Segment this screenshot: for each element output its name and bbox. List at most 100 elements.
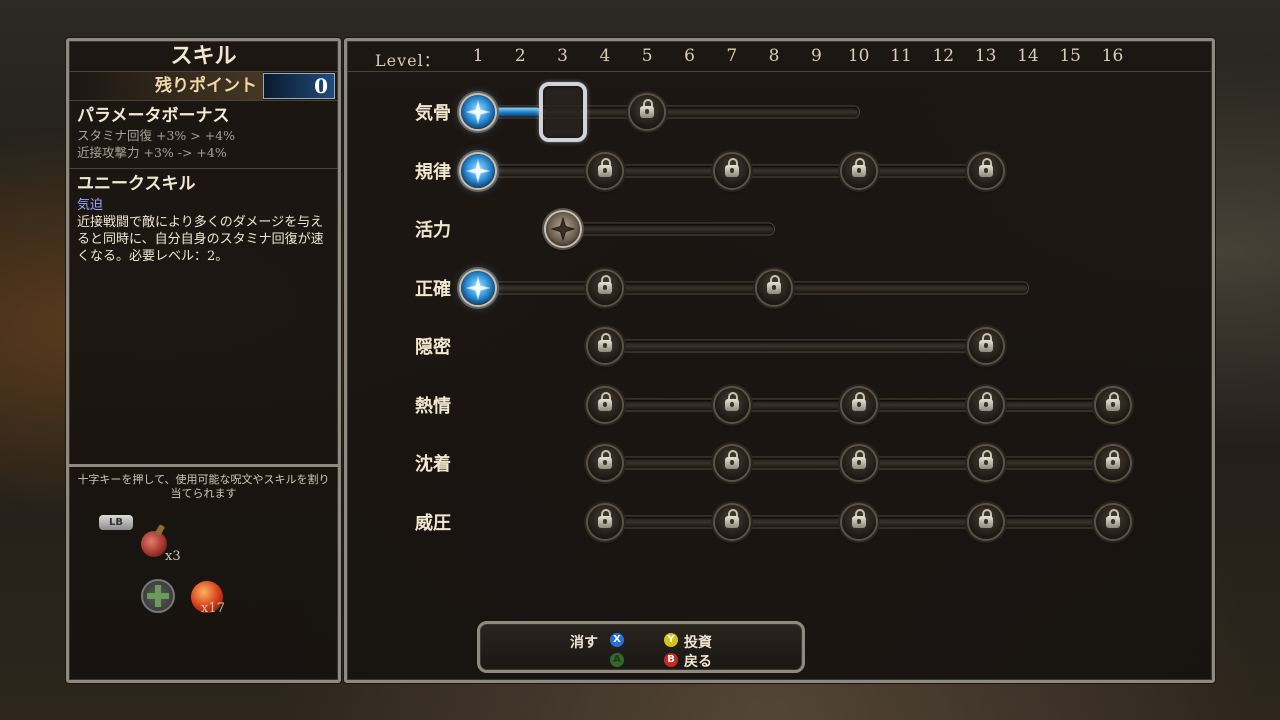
potion-count: x3	[165, 549, 181, 564]
star-icon	[550, 217, 575, 241]
locked-skill-node[interactable]	[712, 385, 752, 425]
button-prompt-bar: 消す X A Y 投資 B 戻る	[477, 621, 805, 673]
acquired-skill-node[interactable]	[458, 151, 498, 191]
locked-skill-node[interactable]	[585, 268, 625, 308]
selection-cursor[interactable]	[538, 82, 587, 142]
y-button-icon[interactable]: Y	[664, 633, 678, 647]
lock-icon	[597, 450, 612, 469]
parameter-bonus-section: パラメータボーナス スタミナ回復 +3% > +4% 近接攻撃力 +3% -> …	[69, 101, 338, 169]
lock-icon	[767, 274, 782, 294]
locked-skill-node[interactable]	[966, 326, 1006, 366]
lock-icon	[978, 391, 993, 411]
locked-skill-node[interactable]	[585, 326, 625, 366]
skill-name: 沈着	[415, 454, 451, 475]
invest-label: 投資	[684, 635, 712, 651]
lock-icon	[978, 508, 993, 528]
level-number: 5	[641, 46, 653, 66]
lock-icon	[1105, 450, 1120, 469]
level-number: 1	[472, 46, 484, 66]
level-label: Level：	[375, 51, 441, 70]
lock-icon	[851, 450, 866, 469]
lock-icon	[597, 391, 612, 411]
lock-icon	[851, 391, 866, 411]
star-icon	[466, 158, 490, 183]
level-number: 2	[514, 46, 526, 66]
remaining-points-value: 0	[263, 73, 335, 99]
health-potion-icon[interactable]	[141, 531, 167, 557]
level-number: 3	[557, 46, 569, 66]
level-number: 6	[684, 46, 695, 66]
acquired-skill-node[interactable]	[458, 268, 498, 308]
locked-skill-node[interactable]	[712, 443, 752, 483]
level-number: 11	[890, 46, 912, 66]
skill-progress-track[interactable]	[604, 340, 986, 352]
skill-name: 気骨	[415, 103, 451, 124]
locked-skill-node[interactable]	[1093, 443, 1133, 483]
lock-icon	[978, 157, 993, 177]
locked-skill-node[interactable]	[966, 502, 1006, 542]
locked-skill-node[interactable]	[585, 151, 625, 191]
skill-progress-track[interactable]	[562, 223, 775, 235]
remaining-points-row: 残りポイント 0	[69, 72, 338, 101]
locked-skill-node[interactable]	[585, 443, 625, 483]
skill-info-panel: スキル 残りポイント 0 パラメータボーナス スタミナ回復 +3% > +4% …	[66, 38, 341, 683]
locked-skill-node[interactable]	[627, 92, 667, 132]
lock-icon	[1105, 508, 1120, 528]
locked-skill-node[interactable]	[966, 385, 1006, 425]
lock-icon	[851, 157, 866, 177]
level-number: 9	[810, 46, 822, 66]
acquired-skill-node[interactable]	[458, 92, 498, 132]
locked-skill-node[interactable]	[839, 151, 879, 191]
parameter-bonus-title: パラメータボーナス	[77, 106, 230, 126]
apple-count: x17	[201, 601, 225, 616]
available-skill-node[interactable]	[543, 209, 583, 249]
locked-skill-node[interactable]	[839, 443, 879, 483]
lock-icon	[1105, 391, 1120, 411]
locked-skill-node[interactable]	[839, 385, 879, 425]
locked-skill-node[interactable]	[585, 385, 625, 425]
unique-skill-section: ユニークスキル 気迫 近接戦闘で敵により多くのダメージを与えると同時に、自分自身…	[69, 169, 338, 467]
skill-name: 威圧	[415, 512, 451, 534]
x-button-icon[interactable]: X	[610, 633, 624, 647]
lock-icon	[597, 157, 612, 177]
skill-name: 正確	[415, 278, 451, 300]
locked-skill-node[interactable]	[712, 151, 752, 191]
lock-icon	[978, 450, 993, 469]
locked-skill-node[interactable]	[1093, 502, 1133, 542]
lock-icon	[597, 274, 612, 294]
level-number: 7	[726, 46, 738, 66]
skill-name: 規律	[415, 161, 451, 183]
locked-skill-node[interactable]	[585, 502, 625, 542]
skill-name: 活力	[415, 220, 451, 241]
locked-skill-node[interactable]	[839, 502, 879, 542]
lock-icon	[724, 508, 739, 528]
star-icon	[466, 275, 490, 300]
star-icon	[466, 100, 490, 124]
a-button-icon[interactable]: A	[610, 653, 624, 667]
b-button-icon[interactable]: B	[664, 653, 678, 667]
panel-title: スキル	[69, 41, 338, 72]
level-number: 15	[1059, 46, 1082, 66]
skill-name: 隠密	[415, 337, 451, 358]
unique-skill-name: 気迫	[77, 198, 104, 213]
back-label: 戻る	[684, 654, 712, 670]
level-number: 13	[974, 46, 997, 66]
lock-icon	[851, 508, 866, 528]
lock-icon	[640, 99, 655, 118]
lock-icon	[597, 508, 612, 528]
level-header: Level： 1 2 3 4 5 6 7 8 9 10 11 12 13 14 15 16	[347, 41, 1212, 72]
bonus-line: スタミナ回復 +3% > +4%	[77, 128, 236, 143]
level-number: 8	[768, 46, 780, 66]
locked-skill-node[interactable]	[712, 502, 752, 542]
level-number: 12	[932, 46, 955, 66]
locked-skill-node[interactable]	[966, 443, 1006, 483]
level-number: 14	[1017, 46, 1039, 66]
skill-tree-panel: Level： 1 2 3 4 5 6 7 8 9 10 11 12 13 14 15 16 気骨 規律 活力 正確隠…	[344, 38, 1215, 683]
locked-skill-node[interactable]	[1093, 385, 1133, 425]
remaining-points-label: 残りポイント	[69, 72, 263, 100]
locked-skill-node[interactable]	[754, 268, 794, 308]
locked-skill-node[interactable]	[966, 151, 1006, 191]
bonus-line: 近接攻撃力 +3% -> +4%	[77, 145, 227, 160]
level-number: 16	[1101, 46, 1124, 66]
skill-progress-track[interactable]	[478, 282, 1028, 293]
